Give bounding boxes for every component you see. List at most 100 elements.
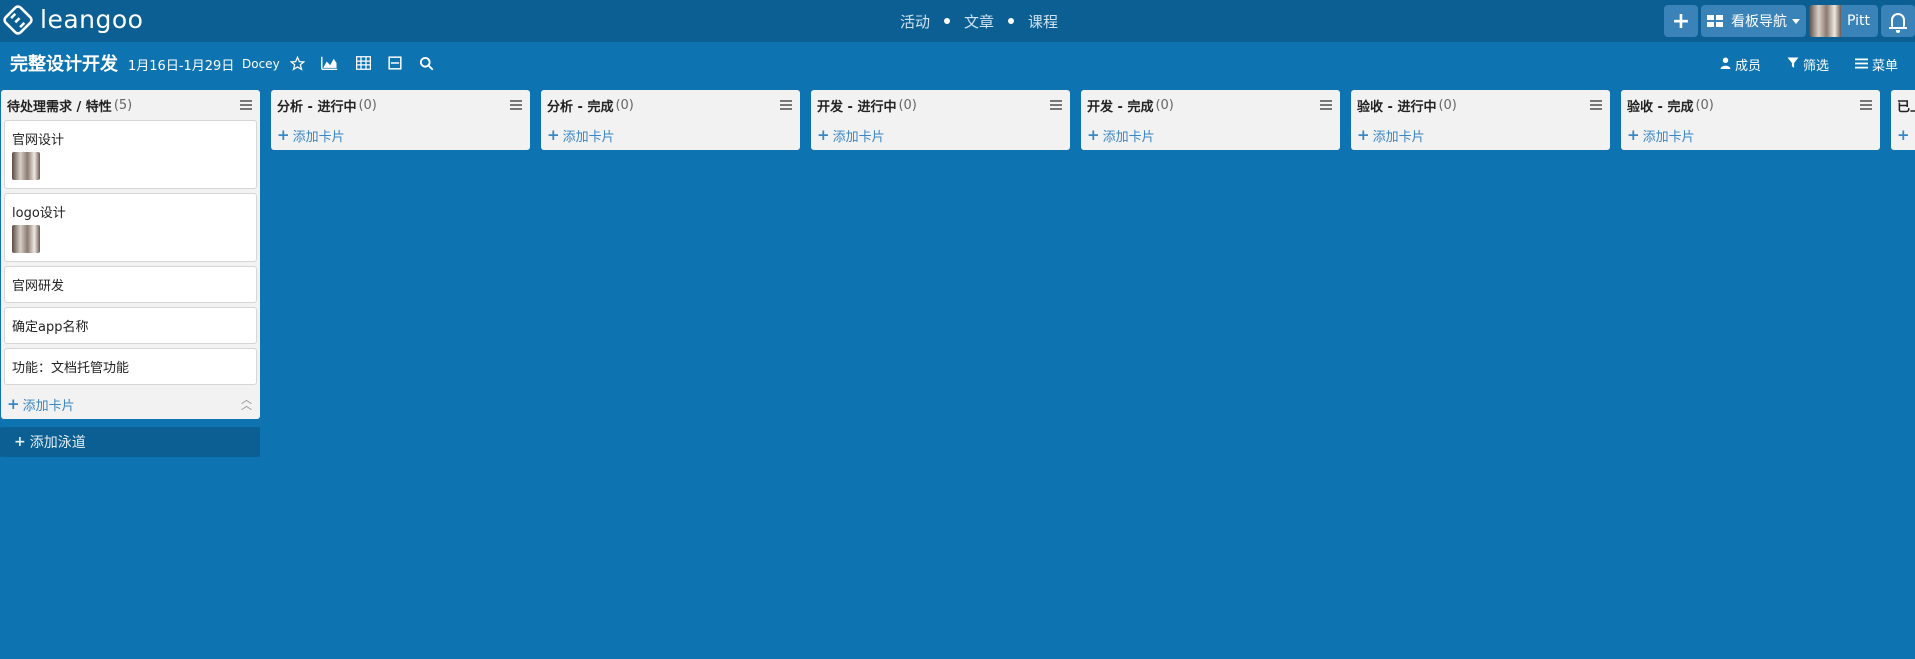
filter-button[interactable]: 筛选 [1787, 55, 1829, 74]
add-button[interactable]: + [1663, 5, 1698, 37]
add-card-label: 添加卡片 [1102, 129, 1155, 145]
split-view-icon[interactable] [386, 54, 404, 72]
list-title: 开发 - 进行中 [817, 99, 897, 115]
list-count: (5) [113, 97, 133, 113]
nav-separator-dot [1008, 18, 1015, 24]
list-menu-icon[interactable] [1860, 100, 1872, 112]
list-header[interactable]: 已上线 [1891, 90, 1915, 120]
card-title: 确定app名称 [12, 320, 89, 335]
card-title: 功能：文档托管功能 [12, 361, 130, 376]
card-member-avatar [12, 225, 40, 253]
list-analysis-in-progress: 分析 - 进行中 (0) + 添加卡片 [271, 90, 530, 150]
plus-icon: + [14, 434, 26, 450]
add-card-button[interactable]: + 添加卡片 [1081, 120, 1340, 150]
plus-icon: + [1627, 126, 1640, 144]
add-card-button[interactable]: + [1891, 120, 1915, 150]
card[interactable]: logo设计 [4, 193, 257, 262]
grid-icon [1706, 15, 1723, 27]
collapse-up-icon[interactable]: ︿ ︿ [241, 394, 252, 411]
plus-icon: + [1897, 126, 1910, 144]
star-icon[interactable] [288, 54, 306, 72]
list-menu-icon[interactable] [1050, 100, 1062, 112]
brand-logo[interactable]: leangoo [1, 2, 144, 37]
add-card-label: 添加卡片 [22, 398, 75, 414]
list-count: (0) [615, 97, 634, 113]
card[interactable]: 功能：文档托管功能 [4, 348, 257, 385]
list-backlog: 待处理需求 / 特性 (5) 官网设计 logo设计 官网研发 确定app名称 … [1, 90, 260, 419]
caret-down-icon [1791, 18, 1800, 24]
list-header[interactable]: 验收 - 完成 (0) [1621, 90, 1880, 120]
filter-icon [1787, 57, 1799, 72]
user-icon [1720, 57, 1731, 72]
menu-label: 菜单 [1872, 59, 1899, 74]
list-header[interactable]: 验收 - 进行中 (0) [1351, 90, 1610, 120]
list-menu-icon[interactable] [240, 100, 252, 112]
add-card-label: 添加卡片 [292, 129, 345, 145]
nav-link-articles[interactable]: 文章 [964, 11, 994, 32]
board-dates[interactable]: 1月16日-1月29日 [128, 55, 234, 74]
list-released: 已上线 + [1891, 90, 1915, 150]
brand-name: leangoo [40, 5, 144, 34]
list-menu-icon[interactable] [780, 100, 792, 112]
list-header[interactable]: 分析 - 进行中 (0) [271, 90, 530, 120]
board-title[interactable]: 完整设计开发 [10, 50, 118, 76]
add-card-button[interactable]: + 添加卡片 [1351, 120, 1610, 150]
add-card-button[interactable]: + 添加卡片 [811, 120, 1070, 150]
card-title: logo设计 [12, 206, 66, 221]
add-card-button[interactable]: + 添加卡片 [541, 120, 800, 150]
list-title: 分析 - 进行中 [277, 99, 357, 115]
add-card-button[interactable]: + 添加卡片 [1621, 120, 1880, 150]
add-card-label: 添加卡片 [1372, 129, 1425, 145]
chart-icon[interactable] [320, 54, 338, 72]
add-card-button[interactable]: + 添加卡片 [271, 120, 530, 150]
bell-icon [1889, 13, 1907, 33]
list-title: 已上线 [1897, 99, 1915, 115]
add-swimlane-button[interactable]: + 添加泳道 [0, 427, 260, 457]
plus-icon: + [1357, 126, 1370, 144]
filter-label: 筛选 [1803, 59, 1830, 74]
list-acceptance-in-progress: 验收 - 进行中 (0) + 添加卡片 [1351, 90, 1610, 150]
list-title: 待处理需求 / 特性 [7, 99, 112, 115]
list-header[interactable]: 待处理需求 / 特性 (5) [1, 90, 260, 120]
plus-icon: + [7, 395, 20, 413]
navbar-actions: + 看板导航 Pitt [1661, 4, 1915, 38]
plus-icon: + [1087, 126, 1100, 144]
card-title: 官网设计 [12, 133, 65, 148]
members-label: 成员 [1735, 59, 1762, 74]
user-name: Pitt [1846, 13, 1870, 29]
nav-separator-dot [944, 18, 951, 24]
list-header[interactable]: 分析 - 完成 (0) [541, 90, 800, 120]
list-count: (0) [358, 97, 377, 113]
table-icon[interactable] [354, 54, 372, 72]
add-card-button[interactable]: + 添加卡片 ︿ ︿ [1, 389, 260, 419]
list-menu-icon[interactable] [1590, 100, 1602, 112]
nav-link-activity[interactable]: 活动 [900, 11, 930, 32]
list-analysis-done: 分析 - 完成 (0) + 添加卡片 [541, 90, 800, 150]
leangoo-logo-icon [1, 2, 35, 37]
list-menu-icon[interactable] [1320, 100, 1332, 112]
board-owner[interactable]: Docey [242, 57, 280, 71]
card[interactable]: 确定app名称 [4, 307, 257, 344]
list-header[interactable]: 开发 - 完成 (0) [1081, 90, 1340, 120]
card-title: 官网研发 [12, 279, 65, 294]
list-menu-icon[interactable] [510, 100, 522, 112]
board-nav-dropdown[interactable]: 看板导航 [1700, 5, 1806, 37]
list-title: 开发 - 完成 [1087, 99, 1154, 115]
card[interactable]: 官网设计 [4, 120, 257, 189]
search-icon[interactable] [417, 54, 435, 72]
menu-button[interactable]: 菜单 [1855, 55, 1898, 74]
add-card-label: 添加卡片 [1642, 129, 1695, 145]
card[interactable]: 官网研发 [4, 266, 257, 303]
list-header[interactable]: 开发 - 进行中 (0) [811, 90, 1070, 120]
plus-icon: + [277, 126, 290, 144]
nav-link-courses[interactable]: 课程 [1028, 11, 1058, 32]
list-acceptance-done: 验收 - 完成 (0) + 添加卡片 [1621, 90, 1880, 150]
avatar [1808, 5, 1841, 37]
add-swimlane-label: 添加泳道 [29, 435, 86, 451]
list-dev-done: 开发 - 完成 (0) + 添加卡片 [1081, 90, 1340, 150]
members-button[interactable]: 成员 [1720, 55, 1761, 74]
user-menu-button[interactable]: Pitt [1808, 5, 1878, 37]
list-title: 验收 - 完成 [1627, 99, 1694, 115]
notifications-button[interactable] [1881, 5, 1915, 37]
hamburger-icon [1855, 57, 1868, 72]
